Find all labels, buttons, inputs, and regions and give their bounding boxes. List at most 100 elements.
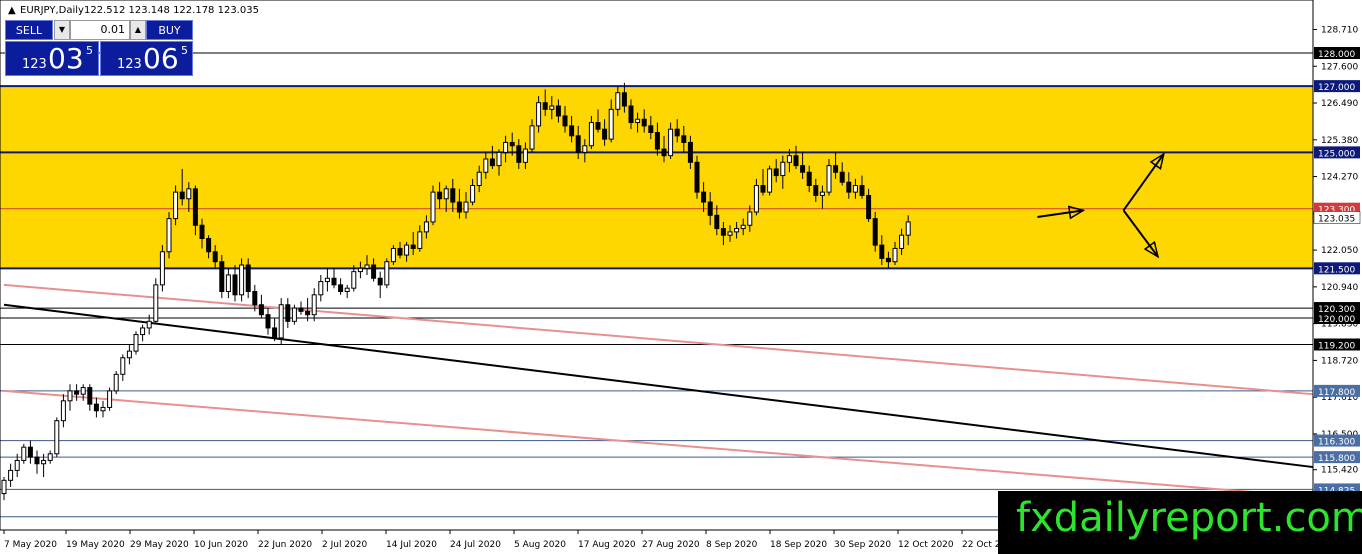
candle-body (159, 251, 165, 286)
candle-44 (291, 304, 297, 325)
candle-body (806, 171, 812, 186)
candle-body (318, 281, 324, 296)
candle-0 (1, 477, 7, 501)
lot-size-input[interactable]: 0.01 (70, 20, 130, 40)
candle-body (621, 92, 627, 107)
candle-body (641, 118, 647, 127)
candle-body (813, 185, 819, 196)
candle-17 (113, 371, 119, 395)
candle-15 (100, 400, 106, 418)
sell-price-display[interactable]: 123 03 5 (5, 41, 99, 76)
x-tick-label-13: 30 Sep 2020 (834, 540, 891, 550)
candle-body (516, 145, 522, 163)
current-price-label: 123.035 (1318, 214, 1355, 224)
lot-down-icon[interactable]: ▼ (54, 20, 70, 40)
candle-body (687, 141, 693, 163)
candle-38 (252, 284, 258, 312)
candle-body (87, 387, 93, 405)
candle-body (496, 151, 502, 167)
y-tick-label-3: 125.380 (1321, 136, 1358, 146)
candle-body (140, 327, 146, 336)
price-chart[interactable]: 128.710127.600126.490125.380124.270123.1… (0, 0, 1362, 554)
candle-body (833, 165, 839, 173)
buy-price-prefix: 123 (117, 57, 142, 72)
lot-up-icon[interactable]: ▲ (130, 20, 146, 40)
sell-price-prefix: 123 (22, 57, 47, 72)
x-tick-label-4: 22 Jun 2020 (258, 540, 312, 550)
candle-body (8, 469, 14, 481)
candle-body (371, 264, 377, 279)
candle-48 (318, 274, 324, 302)
candle-body (272, 327, 278, 339)
candle-body (588, 122, 594, 147)
sell-button[interactable]: SELL (5, 20, 53, 40)
candle-body (423, 221, 429, 233)
x-tick-label-0: 7 May 2020 (4, 540, 57, 550)
level-label-6: 120.000 (1318, 315, 1355, 325)
candle-body (740, 224, 746, 230)
level-label-9: 116.300 (1318, 438, 1355, 448)
candle-body (212, 251, 218, 263)
candle-body (430, 191, 436, 223)
candle-body (357, 267, 363, 273)
candle-body (146, 320, 152, 329)
candle-body (21, 446, 27, 461)
candle-body (258, 304, 264, 316)
buy-price-display[interactable]: 123 06 5 (100, 41, 193, 76)
candle-105 (694, 155, 700, 199)
x-tick-label-14: 12 Oct 2020 (898, 540, 954, 550)
candle-body (872, 218, 878, 246)
candle-body (727, 231, 733, 236)
candle-body (509, 141, 515, 147)
x-tick-label-11: 8 Sep 2020 (706, 540, 758, 550)
candle-19 (126, 344, 132, 365)
x-tick-label-9: 17 Aug 2020 (578, 540, 636, 550)
buy-button[interactable]: BUY (146, 20, 193, 40)
candle-116 (767, 165, 773, 196)
candle-body (443, 188, 449, 200)
candle-body (74, 390, 80, 395)
y-tick-label-7: 120.940 (1321, 283, 1358, 293)
candle-body (41, 459, 47, 465)
candle-body (549, 105, 555, 110)
candle-50 (331, 268, 337, 289)
candle-body (113, 373, 119, 392)
candle-18 (120, 354, 126, 381)
trendline-2 (3, 389, 1314, 498)
candle-body (192, 188, 198, 226)
x-tick-label-7: 24 Jul 2020 (450, 540, 501, 550)
candle-body (674, 128, 680, 137)
candle-body (100, 406, 106, 412)
candle-42 (278, 298, 284, 345)
x-tick-label-3: 10 Jun 2020 (194, 540, 248, 550)
candle-body (1, 479, 7, 495)
buy-price-sup: 5 (181, 44, 188, 57)
candle-body (265, 314, 271, 329)
candle-body (694, 161, 700, 193)
candle-body (344, 287, 350, 292)
candle-body (390, 247, 396, 263)
candle-body (410, 244, 416, 249)
candle-body (67, 390, 73, 402)
candle-3 (21, 443, 27, 464)
candle-body (298, 307, 304, 312)
level-label-4: 121.500 (1318, 265, 1355, 275)
candle-body (476, 171, 482, 186)
y-tick-label-2: 126.490 (1321, 99, 1358, 109)
candle-body (133, 334, 139, 352)
candle-body (252, 291, 258, 306)
candle-body (569, 125, 575, 137)
candle-body (470, 185, 476, 203)
candle-34 (225, 268, 231, 299)
trendline-0 (3, 303, 1314, 469)
candle-body (852, 185, 858, 193)
level-label-10: 115.800 (1318, 454, 1355, 464)
candle-4 (27, 440, 33, 464)
candle-body (654, 132, 660, 150)
candle-body (635, 118, 641, 124)
candle-body (701, 191, 707, 203)
candle-body (47, 453, 53, 461)
candle-8 (54, 417, 60, 458)
y-tick-label-9: 118.720 (1321, 356, 1358, 366)
watermark-banner: fxdailyreport.com (998, 491, 1362, 554)
